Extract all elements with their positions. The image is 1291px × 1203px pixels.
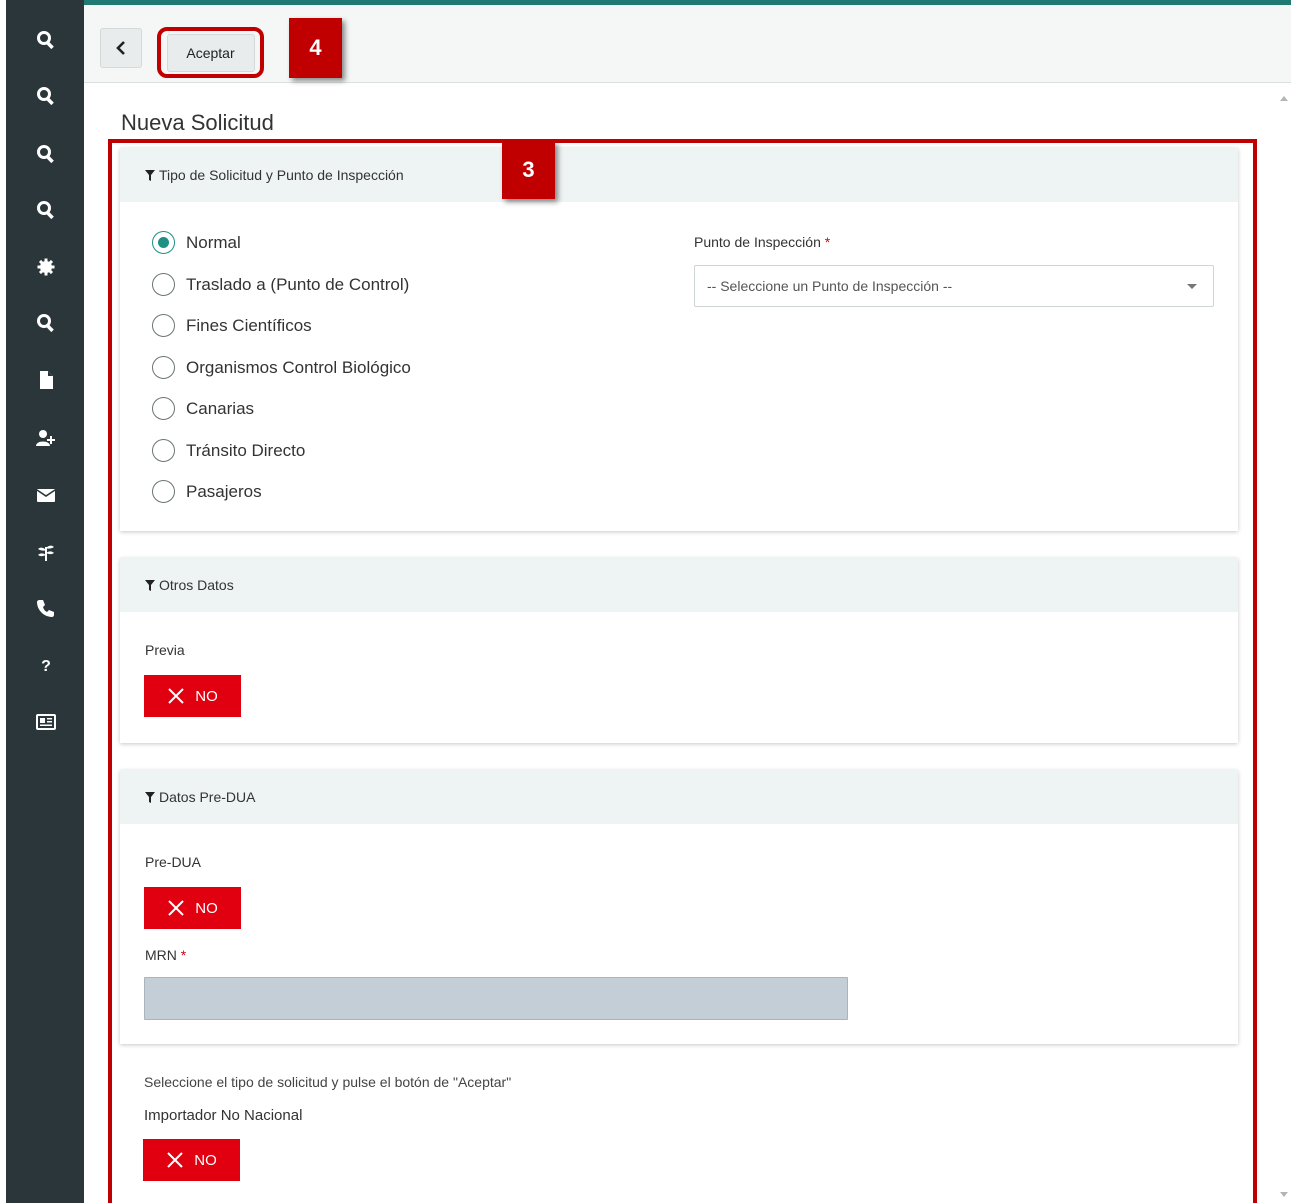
scroll-down-arrow[interactable] (1280, 1192, 1288, 1197)
sidebar: ? (0, 0, 84, 1203)
step-4-badge: 4 (289, 18, 342, 78)
accept-button[interactable]: Aceptar (166, 33, 255, 72)
file-icon[interactable] (30, 364, 62, 396)
accept-button-highlight[interactable]: Aceptar (157, 27, 264, 78)
page-title: Nueva Solicitud (121, 110, 274, 135)
user-add-icon[interactable] (30, 422, 62, 454)
search-icon[interactable] (30, 307, 62, 339)
envelope-icon[interactable] (30, 479, 62, 511)
search-icon[interactable] (30, 24, 62, 56)
svg-text:?: ? (41, 658, 51, 675)
search-icon[interactable] (30, 194, 62, 226)
search-icon[interactable] (30, 80, 62, 112)
leaf-icon[interactable] (30, 536, 62, 568)
sidebar-edge (0, 0, 6, 1203)
back-button[interactable] (100, 28, 142, 68)
chevron-left-icon (116, 41, 125, 55)
toolbar: Aceptar (84, 0, 1291, 83)
gear-icon[interactable] (30, 251, 62, 283)
scroll-up-arrow[interactable] (1280, 96, 1288, 101)
newspaper-icon[interactable] (30, 706, 62, 738)
phone-icon[interactable] (30, 592, 62, 624)
question-icon[interactable]: ? (30, 649, 62, 681)
step-3-highlight (108, 139, 1257, 1203)
search-icon[interactable] (30, 138, 62, 170)
